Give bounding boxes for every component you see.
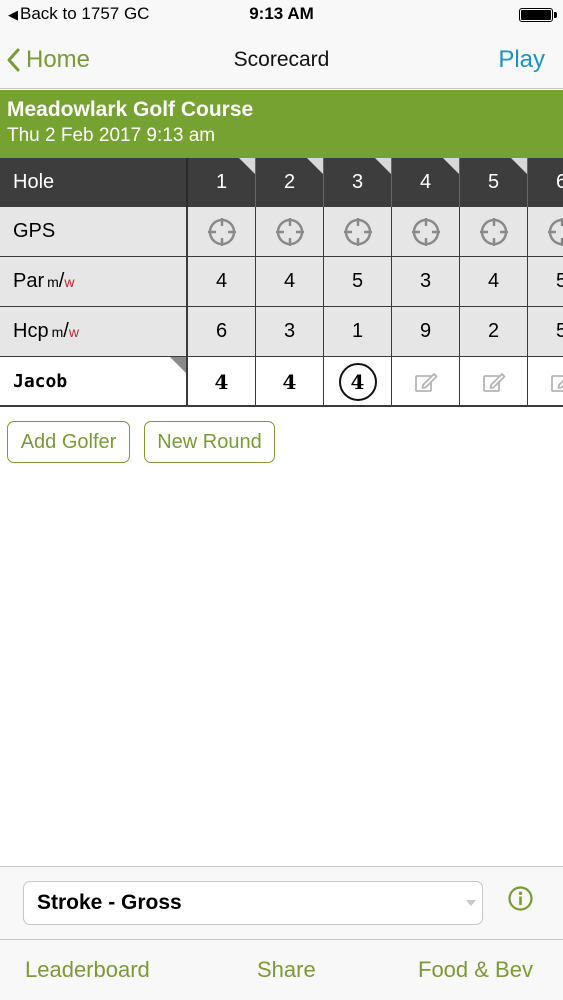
hole-number: 5 [487,171,500,193]
play-button[interactable]: Play [498,46,545,74]
crosshair-icon [275,217,304,246]
par-label: Par m / w [0,257,188,306]
round-date: Thu 2 Feb 2017 9:13 am [7,125,216,146]
dropdown-caret-icon [466,900,476,906]
score-value: 4 [214,369,229,394]
hcp-cell: 9 [392,307,460,356]
hole-number: 3 [351,171,364,193]
par-cell: 3 [392,257,460,306]
score-cell[interactable]: 4 [188,357,256,406]
par-cell: 4 [188,257,256,306]
info-icon[interactable] [508,886,533,911]
hcp-cell: 5 [528,307,563,356]
gps-button[interactable] [460,207,528,256]
score-cell[interactable]: 4 [256,357,324,406]
par-label-text: Par [13,270,45,292]
player-row: Jacob 4 4 4 [0,357,563,407]
hole-cell[interactable]: 1 [188,158,256,207]
hcp-cell: 6 [188,307,256,356]
edit-icon [550,374,563,392]
men-superscript: m [51,323,64,340]
hole-number: 4 [419,171,432,193]
hole-cell[interactable]: 4 [392,158,460,207]
status-bar: ◀ Back to 1757 GC 9:13 AM [0,0,563,30]
score-value: 4 [350,369,365,394]
corner-fold-icon [239,158,255,174]
par-cell: 4 [460,257,528,306]
scoring-format-value: Stroke - Gross [37,891,182,914]
hcp-cell: 3 [256,307,324,356]
gps-button[interactable] [324,207,392,256]
tab-bar: Leaderboard Share Food & Bev [0,939,563,1000]
hole-cell[interactable]: 6 [528,158,563,207]
corner-fold-icon [375,158,391,174]
edit-icon [414,372,437,392]
women-subscript: w [68,323,79,340]
player-name: Jacob [13,371,68,392]
edit-icon [482,372,505,392]
birdie-circle: 4 [338,362,377,401]
crosshair-icon [207,217,236,246]
hole-cell[interactable]: 3 [324,158,392,207]
par-cell: 5 [528,257,563,306]
hole-number: 1 [215,171,228,193]
hole-number: 6 [555,171,563,193]
hcp-cell: 1 [324,307,392,356]
course-name: Meadowlark Golf Course [7,98,254,121]
add-golfer-button[interactable]: Add Golfer [7,421,130,463]
men-superscript: m [47,273,59,290]
score-value: 4 [282,369,297,394]
par-cell: 4 [256,257,324,306]
hcp-cell: 2 [460,307,528,356]
hole-number: 2 [283,171,296,193]
navigation-bar: Home Scorecard Play [0,30,563,89]
score-cell[interactable]: 4 [324,357,392,406]
crosshair-icon [479,217,508,246]
handicap-row: Hcp m / w 6 3 1 9 2 5 [0,307,563,357]
score-cell[interactable] [528,357,563,406]
corner-fold-icon [511,158,527,174]
women-subscript: w [64,273,75,290]
page-title: Scorecard [233,48,330,71]
crosshair-icon [343,217,372,246]
tab-food-bev[interactable]: Food & Bev [418,957,533,983]
gps-button[interactable] [392,207,460,256]
tab-share[interactable]: Share [257,957,316,983]
crosshair-icon [411,217,440,246]
gps-button[interactable] [528,207,563,256]
gps-label: GPS [0,207,188,256]
crosshair-icon [547,217,563,246]
player-name-cell[interactable]: Jacob [0,357,188,406]
corner-fold-icon [170,357,186,373]
score-cell[interactable] [460,357,528,406]
hcp-label: Hcp m / w [0,307,188,356]
par-cell: 5 [324,257,392,306]
new-round-button[interactable]: New Round [144,421,275,463]
battery-icon [519,8,553,22]
scorecard-grid: Hole 1 2 3 4 5 6 GPS Par m / w 4 4 5 3 4 5 … [0,158,563,407]
bottom-toolbar: Stroke - Gross Leaderboard Share Food & … [0,866,563,1000]
hole-row: Hole 1 2 3 4 5 6 [0,158,563,207]
battery-tip [554,12,557,18]
scoring-format-select[interactable]: Stroke - Gross [23,881,483,925]
status-time: 9:13 AM [249,4,314,23]
hole-label: Hole [0,158,188,207]
tab-leaderboard[interactable]: Leaderboard [25,957,150,983]
gps-button[interactable] [188,207,256,256]
gps-button[interactable] [256,207,324,256]
gps-row: GPS [0,207,563,257]
corner-fold-icon [443,158,459,174]
par-row: Par m / w 4 4 5 3 4 5 [0,257,563,307]
corner-fold-icon [307,158,323,174]
hcp-label-text: Hcp [13,320,49,342]
course-header: Meadowlark Golf Course Thu 2 Feb 2017 9:… [0,90,563,158]
hole-cell[interactable]: 2 [256,158,324,207]
score-cell[interactable] [392,357,460,406]
hole-cell[interactable]: 5 [460,158,528,207]
